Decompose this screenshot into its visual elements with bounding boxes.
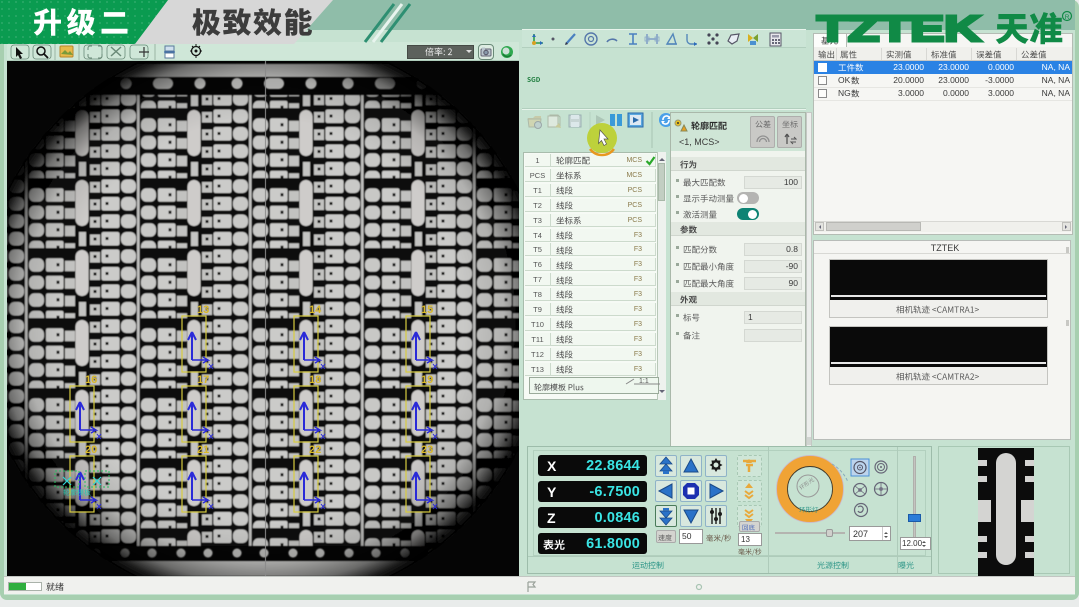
- svg-text:R: R: [1065, 14, 1070, 21]
- svg-text:20: 20: [85, 444, 97, 456]
- svg-text:TZTEK: TZTEK: [817, 8, 981, 47]
- svg-text:22: 22: [309, 444, 321, 456]
- svg-text:18: 18: [309, 374, 321, 386]
- svg-text:16: 16: [85, 374, 97, 386]
- svg-text:1:1: 1:1: [639, 378, 649, 385]
- svg-text:13: 13: [197, 304, 209, 316]
- svg-text:21: 21: [197, 444, 209, 456]
- svg-text:15: 15: [421, 304, 433, 316]
- svg-text:17: 17: [197, 374, 209, 386]
- svg-text:19: 19: [421, 374, 433, 386]
- svg-text:14: 14: [309, 304, 322, 316]
- svg-text:23: 23: [421, 444, 433, 456]
